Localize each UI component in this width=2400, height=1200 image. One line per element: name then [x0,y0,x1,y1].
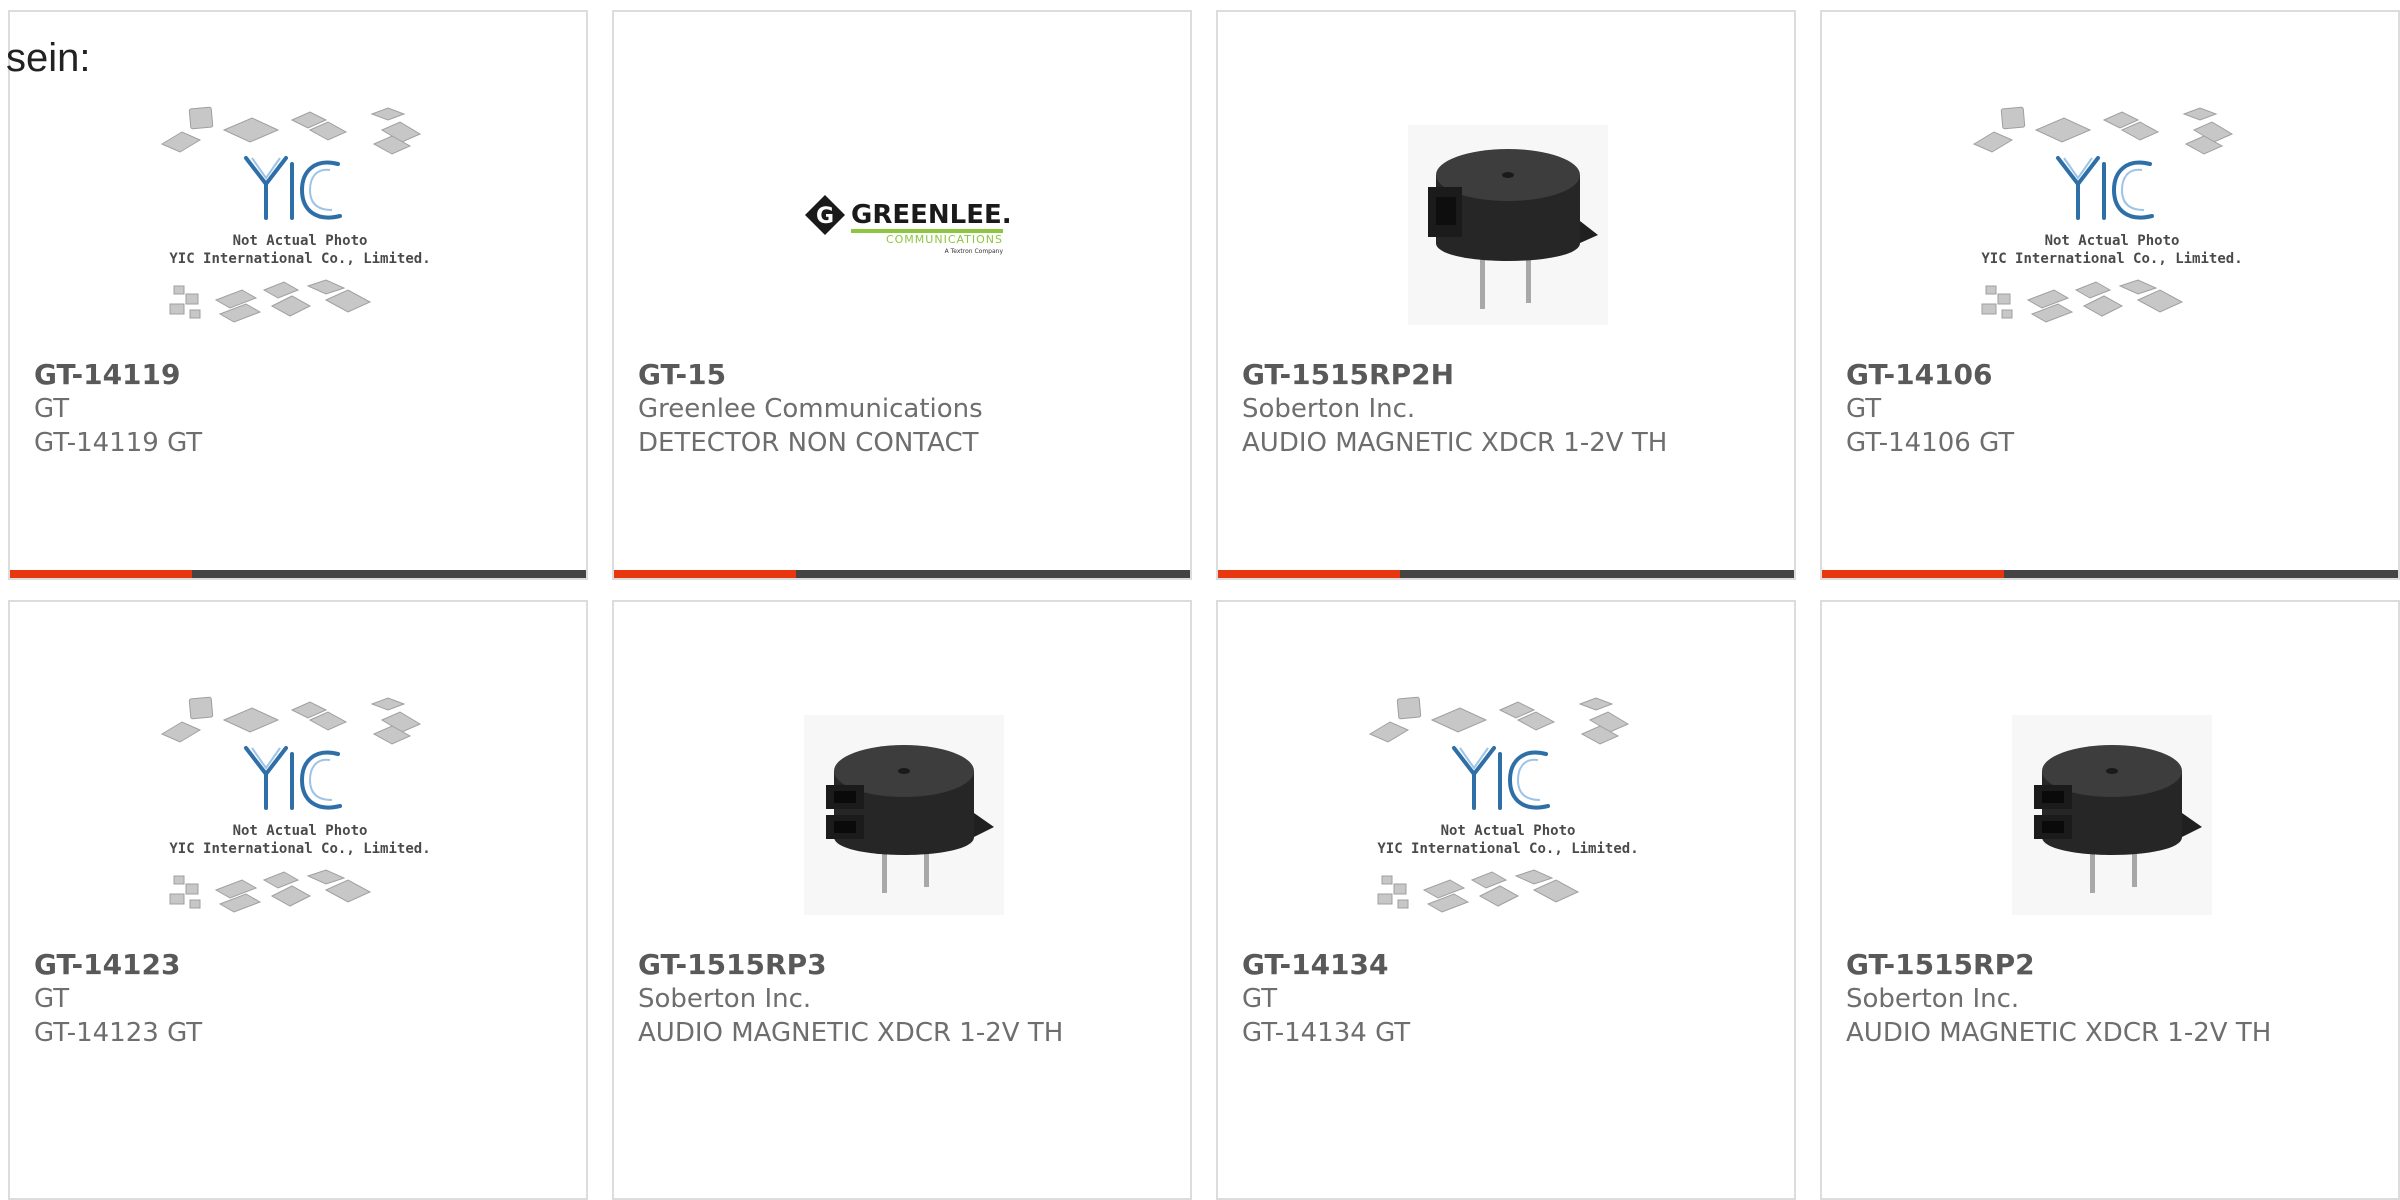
card-accent-bar [1218,570,1400,578]
product-info: GT-14119 GT GT-14119 GT [34,358,576,460]
svg-text:A Textron Company: A Textron Company [945,248,1004,255]
part-number[interactable]: GT-1515RP2 [1846,948,2388,982]
description: AUDIO MAGNETIC XDCR 1-2V TH [1242,428,1668,458]
manufacturer: GT [34,394,70,424]
buzzer-product-image [2012,715,2212,915]
manufacturer: GT [1242,984,1278,1014]
card-accent-bar [614,570,796,578]
product-image[interactable] [1972,690,2252,940]
not-actual-photo-image: Not Actual Photo YIC International Co., … [1368,696,1639,913]
product-card[interactable]: GT-1515RP3 Soberton Inc. AUDIO MAGNETIC XD… [612,600,1192,1200]
product-card[interactable]: Not Actual Photo YIC International Co., … [8,600,588,1200]
description: GT-14106 GT [1846,428,2015,458]
product-info: GT-1515RP2H Soberton Inc. AUDIO MAGNETIC X… [1242,358,1784,460]
part-number[interactable]: GT-1515RP3 [638,948,1180,982]
card-bottom-bar [10,570,586,578]
part-number[interactable]: GT-15 [638,358,1180,392]
description: DETECTOR NON CONTACT [638,428,979,458]
product-image[interactable]: Not Actual Photo YIC International Co., … [160,690,440,940]
svg-text:YIC International Co., Limited: YIC International Co., Limited. [1981,251,2242,267]
buzzer-product-image [804,715,1004,915]
not-actual-photo-image: Not Actual Photo YIC International Co., … [160,106,431,323]
svg-text:YIC International Co., Limited: YIC International Co., Limited. [1377,841,1638,857]
product-info: GT-1515RP2 Soberton Inc. AUDIO MAGNETIC XD… [1846,948,2388,1050]
product-card[interactable]: GT-1515RP2 Soberton Inc. AUDIO MAGNETIC XD… [1820,600,2400,1200]
manufacturer: Greenlee Communications [638,394,983,424]
svg-text:G: G [816,204,834,229]
svg-text:Not Actual Photo: Not Actual Photo [233,823,368,839]
product-info: GT-14123 GT GT-14123 GT [34,948,576,1050]
part-number[interactable]: GT-14106 [1846,358,2388,392]
product-image[interactable] [764,690,1044,940]
not-actual-photo-image: Not Actual Photo YIC International Co., … [160,696,431,913]
buzzer-product-image [1408,125,1608,325]
product-image[interactable]: Not Actual Photo YIC International Co., … [1972,100,2252,350]
part-number[interactable]: GT-14134 [1242,948,1784,982]
manufacturer: GT [34,984,70,1014]
product-info: GT-1515RP3 Soberton Inc. AUDIO MAGNETIC XD… [638,948,1180,1050]
card-bottom-bar [614,570,1190,578]
description: AUDIO MAGNETIC XDCR 1-2V TH [638,1018,1064,1048]
product-card[interactable]: Not Actual Photo YIC International Co., … [1216,600,1796,1200]
description: GT-14119 GT [34,428,203,458]
product-info: GT-14106 GT GT-14106 GT [1846,358,2388,460]
manufacturer: GT [1846,394,1882,424]
product-image[interactable] [1368,100,1648,350]
svg-text:Not Actual Photo: Not Actual Photo [233,233,368,249]
section-heading: sein: [6,36,91,80]
card-bottom-bar [1218,570,1794,578]
description: GT-14123 GT [34,1018,203,1048]
svg-text:YIC International Co., Limited: YIC International Co., Limited. [169,841,430,857]
product-info: GT-14134 GT GT-14134 GT [1242,948,1784,1050]
manufacturer: Soberton Inc. [1846,984,2020,1014]
card-bottom-bar [1822,570,2398,578]
svg-text:YIC International Co., Limited: YIC International Co., Limited. [169,251,430,267]
product-card[interactable]: Not Actual Photo YIC International Co., … [1820,10,2400,580]
description: GT-14134 GT [1242,1018,1411,1048]
svg-text:GREENLEE.: GREENLEE. [851,200,1009,230]
manufacturer: Soberton Inc. [638,984,812,1014]
svg-text:Not Actual Photo: Not Actual Photo [2045,233,2180,249]
card-accent-bar [1822,570,2004,578]
not-actual-photo-image: Not Actual Photo YIC International Co., … [1972,106,2243,323]
svg-text:Not Actual Photo: Not Actual Photo [1441,823,1576,839]
product-image[interactable]: Not Actual Photo YIC International Co., … [160,100,440,350]
product-image[interactable]: G GREENLEE. COMMUNICATIONS A Textron Com… [764,100,1044,350]
part-number[interactable]: GT-1515RP2H [1242,358,1784,392]
greenlee-logo: G GREENLEE. COMMUNICATIONS A Textron Com… [805,195,1009,255]
card-accent-bar [10,570,192,578]
svg-text:COMMUNICATIONS: COMMUNICATIONS [886,233,1003,246]
product-info: GT-15 Greenlee Communications DETECTOR NON… [638,358,1180,460]
product-card[interactable]: GT-1515RP2H Soberton Inc. AUDIO MAGNETIC X… [1216,10,1796,580]
product-card[interactable]: G GREENLEE. COMMUNICATIONS A Textron Com… [612,10,1192,580]
part-number[interactable]: GT-14119 [34,358,576,392]
part-number[interactable]: GT-14123 [34,948,576,982]
product-card[interactable]: Not Actual Photo YIC International Co., … [8,10,588,580]
manufacturer: Soberton Inc. [1242,394,1416,424]
description: AUDIO MAGNETIC XDCR 1-2V TH [1846,1018,2272,1048]
product-image[interactable]: Not Actual Photo YIC International Co., … [1368,690,1648,940]
